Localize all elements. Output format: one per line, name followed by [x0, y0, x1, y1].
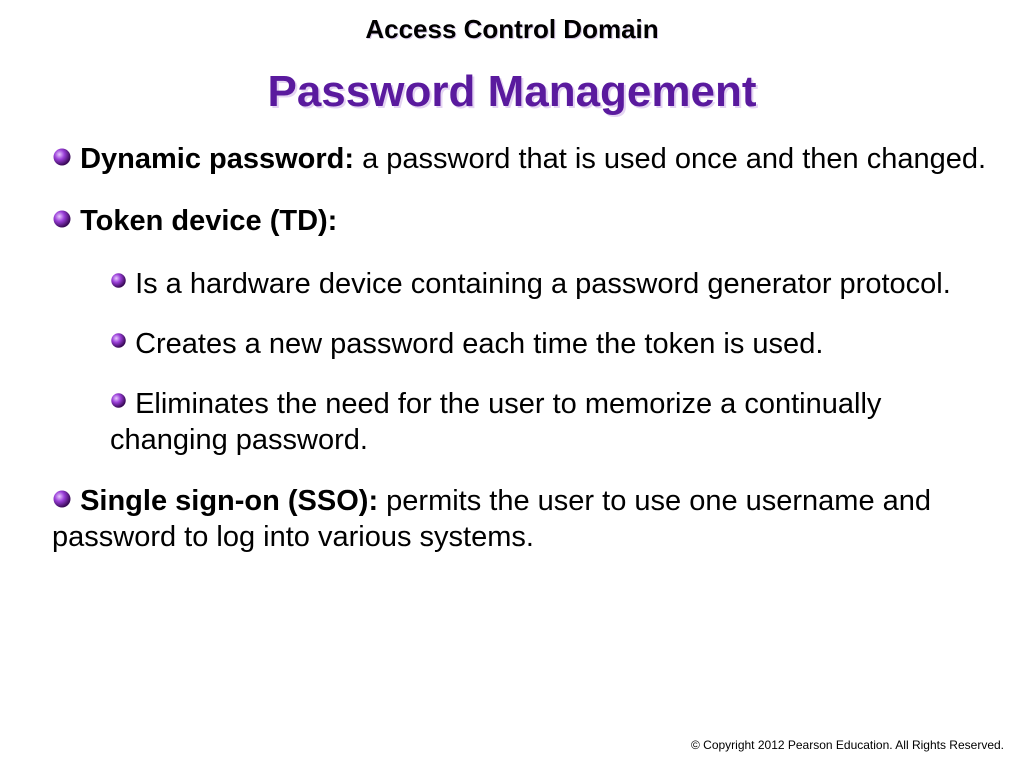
sub-text: Eliminates the need for the user to memo…	[110, 388, 881, 456]
slide-body: Dynamic password: a password that is use…	[0, 117, 1024, 555]
slide-pretitle: Access Control Domain	[0, 0, 1024, 45]
list-item: Is a hardware device containing a passwo…	[110, 266, 996, 302]
bullet-icon	[52, 147, 72, 167]
slide-title: Password Management	[0, 67, 1024, 117]
term-text: Token device (TD):	[80, 205, 337, 237]
list-item: Single sign-on (SSO): permits the user t…	[52, 483, 996, 556]
bullet-icon	[52, 209, 72, 229]
term-text: Single sign-on (SSO):	[80, 485, 378, 517]
bullet-icon	[110, 332, 127, 349]
list-item: Token device (TD):	[52, 203, 996, 239]
bullet-icon	[52, 489, 72, 509]
list-item: Dynamic password: a password that is use…	[52, 141, 996, 177]
sub-text: Is a hardware device containing a passwo…	[135, 268, 951, 300]
bullet-icon	[110, 272, 127, 289]
bullet-icon	[110, 392, 127, 409]
term-text: Dynamic password:	[80, 143, 354, 175]
list-item: Creates a new password each time the tok…	[110, 326, 996, 362]
copyright-footer: © Copyright 2012 Pearson Education. All …	[691, 738, 1004, 752]
definition-text: a password that is used once and then ch…	[354, 143, 986, 175]
list-item: Eliminates the need for the user to memo…	[110, 386, 996, 459]
sub-text: Creates a new password each time the tok…	[135, 328, 823, 360]
slide: Access Control Domain Password Managemen…	[0, 0, 1024, 768]
